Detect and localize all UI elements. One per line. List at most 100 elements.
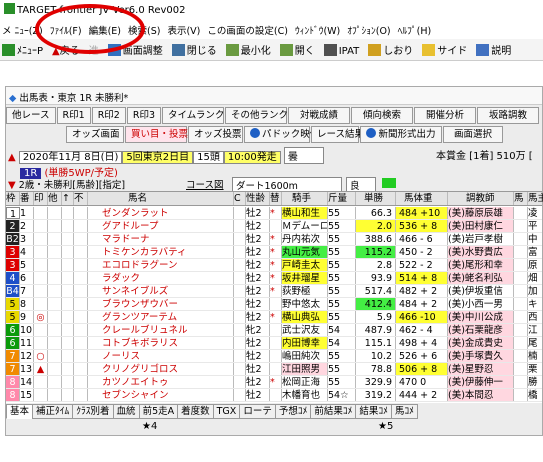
col-waku[interactable]: 枠 — [6, 192, 20, 205]
course-map-link[interactable]: コース図 — [186, 177, 224, 191]
other-race-button[interactable]: 他レース — [6, 107, 56, 124]
table-header: 枠 番 印 他 ↑ 不 馬名 C 性齢 替 騎手 斤量 単勝 馬体重 調教師 馬… — [6, 192, 543, 206]
tab-result-comment[interactable]: 結果ｺﾒ — [355, 404, 392, 419]
menu-item-view[interactable]: 表示(V) — [167, 26, 200, 37]
slope-training-button[interactable]: 坂路調教 — [477, 107, 539, 124]
play-icon — [250, 128, 260, 138]
time-rank-button[interactable]: タイムランク — [162, 107, 224, 124]
cell-waku: B2 — [6, 233, 20, 245]
tab-prev-result-comment[interactable]: 前結果ｺﾒ — [310, 404, 357, 419]
menu-item-menu[interactable]: メ ﾆｭｰ(Z) — [2, 26, 43, 37]
odds-screen-button[interactable]: オッズ画面 — [66, 126, 124, 143]
help-button[interactable]: 説明 — [476, 42, 511, 57]
cell-jockey: 野中悠太 — [282, 298, 328, 310]
col-no[interactable]: 番 — [20, 192, 34, 205]
table-row[interactable]: B4 7 サンネイブルズ 牡2 * 荻野極 55 517.4 482 + 2 (美)伊坂重信 加 — [6, 285, 542, 298]
col-jockey[interactable]: 騎手 — [282, 192, 328, 205]
col-sex-age[interactable]: 性齢 — [246, 192, 270, 205]
other-rank-button[interactable]: その他ランク — [225, 107, 288, 124]
col-fu[interactable]: 不 — [74, 192, 88, 205]
col-trainer[interactable]: 調教師 — [448, 192, 514, 205]
r-mark3-button[interactable]: R印3 — [126, 107, 161, 124]
table-row[interactable]: B2 3 マラドーナ 牡2 * 丹内祐次 55 388.6 466 - 6 (美)岩戸孝樹 中 — [6, 233, 542, 246]
table-row[interactable]: 6 11 コトブキボラリス 牡2 内田博幸 54 115.1 498 + 4 (美)金成貴史 尾 — [6, 337, 542, 350]
minimize-button[interactable]: 最小化 — [225, 42, 271, 57]
table-row[interactable]: 8 14 カツノエイトゥ 牡2 * 松岡正海 55 329.9 470 0 (美)伊藤伸一 勝 — [6, 376, 542, 389]
table-row[interactable]: 3 4 トミケンカラバティ 牡2 * 丸山元気 55 115.2 450 - 2 (美)水野貴広 富 — [6, 246, 542, 259]
tab-adj-time[interactable]: 補正ﾀｲﾑ — [32, 404, 74, 419]
tab-basic[interactable]: 基本 — [6, 404, 34, 419]
col-weight[interactable]: 斤量 — [328, 192, 356, 205]
button-row-1: 他レース R印1 R印2 R印3 タイムランク その他ランク 対戦成績 傾向検索 開催分析 坂路調… — [6, 107, 542, 124]
paddock-video-button[interactable]: パドック映像 — [244, 126, 319, 143]
close-button[interactable]: 閉じる — [171, 42, 217, 57]
bookmark-button[interactable]: しおり — [368, 42, 413, 57]
cell-sex-age: 牡2 — [246, 350, 270, 362]
col-owner[interactable]: 馬主 — [528, 192, 543, 205]
cell-other — [48, 220, 62, 232]
menu-item-search[interactable]: 検索(S) — [128, 26, 160, 37]
cell-body-weight: 522 - 2 — [396, 259, 448, 271]
tab-rotation[interactable]: ローテ — [239, 404, 276, 419]
cell-mark — [34, 324, 48, 336]
bet-vote-button[interactable]: 買い目・投票 — [125, 126, 188, 143]
head-to-head-button[interactable]: 対戦成績 — [288, 107, 350, 124]
tab-last5a[interactable]: 前5走A — [138, 404, 179, 419]
table-row[interactable]: 6 10 クレールブリュネル 牝2 武士沢友 54 487.9 462 - 4 (美)石栗龍彦 江 — [6, 324, 542, 337]
race-result-button[interactable]: レース結果 — [311, 126, 364, 143]
table-row[interactable]: 1 1 ゼンダンラット 牡2 * 横山和生 55 66.3 484 +10 (美)藤原辰雄 凌 — [6, 207, 542, 220]
screen-select-button[interactable]: 画面選択 — [443, 126, 503, 143]
table-row[interactable]: 7 12 ○ ノーリス 牡2 嶋田純次 55 10.2 526 + 6 (美)手塚貴久 楠 — [6, 350, 542, 363]
forward-button[interactable]: 進 — [89, 42, 99, 57]
menu-item-option[interactable]: ｵﾌﾟｼｮﾝ(O) — [347, 26, 390, 37]
table-row[interactable]: 5 8 ブラウンザウバー 牡2 野中悠太 55 412.4 484 + 2 (美)小西一男 キ — [6, 298, 542, 311]
col-body-weight[interactable]: 馬体重 — [396, 192, 448, 205]
cell-owner: 平 — [528, 220, 543, 232]
cell-other — [48, 207, 62, 219]
col-up[interactable]: ↑ — [62, 192, 74, 205]
table-row[interactable]: 4 6 ラダック 牡2 * 坂井瑠星 55 93.9 514 + 8 (美)蛯名利弘 畑 — [6, 272, 542, 285]
table-row[interactable]: 3 5 エコロドラグーン 牡2 * 戸崎圭太 55 2.8 522 - 2 (美)尾形和幸 原 — [6, 259, 542, 272]
newspaper-output-button[interactable]: 新聞形式出力 — [360, 126, 442, 143]
tab-pred-comment[interactable]: 予想ｺﾒ — [274, 404, 312, 419]
side-button[interactable]: サイド — [422, 42, 467, 57]
table-row[interactable]: 7 13 ▲ クリノグリゴロス 牡2 江田照男 55 78.8 506 + 8 (美)星野忍 栗 — [6, 363, 542, 376]
meeting-analysis-button[interactable]: 開催分析 — [414, 107, 476, 124]
table-row[interactable]: 5 9 ◎ グランツアーテム 牡2 * 横山典弘 55 5.9 466 -10 (美)中川公成 西 — [6, 311, 542, 324]
col-other[interactable]: 他 — [48, 192, 62, 205]
tab-pedigree[interactable]: 血統 — [112, 404, 140, 419]
col-change[interactable]: 替 — [270, 192, 282, 205]
cell-body-weight: 482 + 2 — [396, 285, 448, 297]
open-button[interactable]: 開く — [279, 42, 315, 57]
screen-adjust-button[interactable]: 画面調整 — [107, 42, 163, 57]
next-race-arrow-icon[interactable]: ▼ — [8, 180, 16, 191]
menu-item-screen-settings[interactable]: この画面の設定(C) — [207, 26, 288, 37]
tab-finish-count[interactable]: 着度数 — [177, 404, 214, 419]
col-odds[interactable]: 単勝 — [356, 192, 396, 205]
menu-item-edit[interactable]: 編集(E) — [89, 26, 121, 37]
prev-race-arrow-icon[interactable]: ▲ — [8, 152, 16, 163]
ipat-button[interactable]: IPAT — [323, 44, 359, 57]
table-row[interactable]: 2 2 グアドループ 牡2 Ｍデムーロ 55 2.0 536 + 8 (美)田村康仁 平 — [6, 220, 542, 233]
menu-item-help[interactable]: ﾍﾙﾌﾟ(H) — [398, 26, 432, 37]
table-row[interactable]: 8 15 セブンシャイン 牡2 木幡育也 54☆ 319.2 444 + 2 (美)本間忍 橋 — [6, 389, 542, 402]
col-mark[interactable]: 印 — [34, 192, 48, 205]
tab-tgx[interactable]: TGX — [212, 404, 241, 419]
odds-vote-button[interactable]: オッズ投票 — [188, 126, 243, 143]
tab-horse-comment[interactable]: 馬ｺﾒ — [390, 404, 418, 419]
trend-search-button[interactable]: 傾向検索 — [351, 107, 413, 124]
menu-item-window[interactable]: ｳｨﾝﾄﾞｳ(W) — [295, 26, 340, 37]
back-button[interactable]: ▲戻る — [52, 42, 80, 57]
r-mark1-button[interactable]: R印1 — [56, 107, 91, 124]
col-horse[interactable]: 馬 — [514, 192, 528, 205]
col-c[interactable]: C — [234, 192, 246, 205]
r-mark2-button[interactable]: R印2 — [91, 107, 126, 124]
tab-class-finish[interactable]: ｸﾗｽ別着 — [72, 404, 114, 419]
cell-fu — [74, 376, 88, 388]
up-arrow-icon: ▲ — [52, 46, 60, 57]
cell-odds: 319.2 — [356, 389, 396, 401]
menu-item-file[interactable]: ﾌｧｲﾙ(F) — [50, 26, 82, 37]
menu-p-button[interactable]: ﾒﾆｭｰP — [2, 42, 43, 57]
cell-sex-age: 牝2 — [246, 324, 270, 336]
col-horse-name[interactable]: 馬名 — [88, 192, 234, 205]
